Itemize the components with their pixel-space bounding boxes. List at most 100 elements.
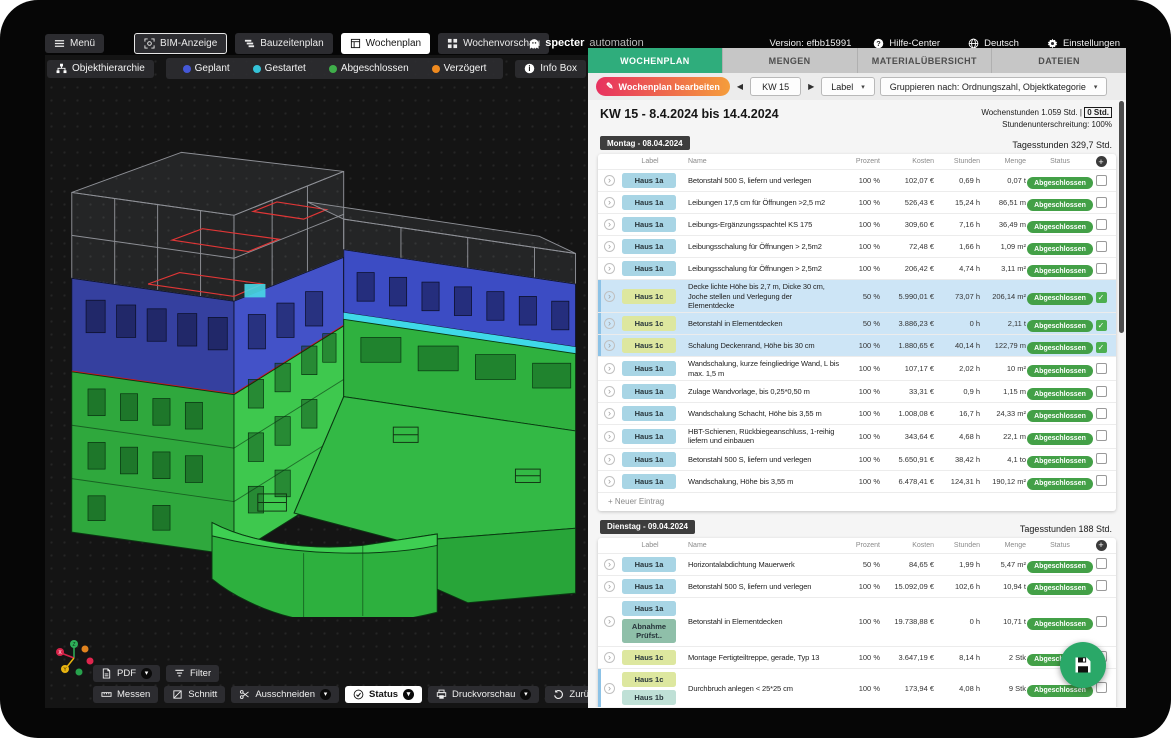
new-entry-button[interactable]: + Neuer Eintrag	[598, 492, 1116, 511]
nav-bim-anzeige[interactable]: BIM-Anzeige	[134, 33, 227, 54]
expand-row-icon[interactable]: ›	[604, 581, 615, 592]
week-prev-button[interactable]: ◀	[735, 82, 745, 91]
row-checkbox[interactable]	[1096, 219, 1107, 230]
building-3d-model[interactable]	[45, 97, 588, 617]
bim-viewer[interactable]: Objekthierarchie Geplant Gestartet Abgesch…	[45, 55, 588, 708]
row-checkbox[interactable]	[1096, 386, 1107, 397]
info-box-button[interactable]: i Info Box	[515, 60, 586, 78]
tool-options-icon[interactable]: ▾	[520, 689, 531, 700]
task-row[interactable]: › Haus 1a Horizontalabdichtung Mauerwerk…	[598, 553, 1116, 575]
legend-gestartet[interactable]: Gestartet	[247, 62, 312, 75]
row-checkbox[interactable]	[1096, 241, 1107, 252]
scrollbar[interactable]	[1119, 101, 1124, 333]
tab-dateien[interactable]: DATEIEN	[992, 48, 1126, 73]
expand-row-icon[interactable]: ›	[604, 340, 615, 351]
row-checkbox[interactable]	[1096, 363, 1107, 374]
save-button[interactable]	[1060, 642, 1106, 688]
expand-row-icon[interactable]: ›	[604, 616, 615, 627]
expand-row-icon[interactable]: ›	[604, 291, 615, 302]
expand-row-icon[interactable]: ›	[604, 408, 615, 419]
row-checkbox[interactable]	[1096, 263, 1107, 274]
nav-bauzeitenplan[interactable]: Bauzeitenplan	[235, 33, 332, 54]
task-row[interactable]: › Haus 1a Zulage Wandvorlage, bis 0,25*0…	[598, 380, 1116, 402]
edit-wochenplan-button[interactable]: ✎ Wochenplan bearbeiten	[596, 77, 730, 96]
row-checkbox[interactable]: ✓	[1096, 320, 1107, 331]
tool-options-icon[interactable]: ▾	[320, 689, 331, 700]
tool-messen[interactable]: Messen	[93, 686, 158, 703]
tab-wochenplan[interactable]: WOCHENPLAN	[588, 48, 723, 73]
expand-row-icon[interactable]: ›	[604, 386, 615, 397]
task-row[interactable]: › Haus 1a Leibungsschalung für Öffnungen…	[598, 235, 1116, 257]
task-row[interactable]: › Haus 1a Betonstahl 500 S, liefern und …	[598, 169, 1116, 191]
object-hierarchy-button[interactable]: Objekthierarchie	[47, 60, 154, 78]
row-checkbox[interactable]	[1096, 616, 1107, 627]
row-checkbox[interactable]	[1096, 682, 1107, 693]
expand-row-icon[interactable]: ›	[604, 197, 615, 208]
row-checkbox[interactable]: ✓	[1096, 342, 1107, 353]
status-badge: Abgeschlossen	[1027, 342, 1093, 354]
task-row[interactable]: › Haus 1a Leibungsschalung für Öffnungen…	[598, 257, 1116, 279]
week-next-button[interactable]: ▶	[806, 82, 816, 91]
expand-row-icon[interactable]: ›	[604, 263, 615, 274]
task-row[interactable]: › Haus 1aAbnahme Prüfst.. Betonstahl in …	[598, 597, 1116, 646]
task-row[interactable]: › Haus 1a Leibungen 17,5 cm für Öffnunge…	[598, 191, 1116, 213]
row-checkbox[interactable]	[1096, 475, 1107, 486]
task-row[interactable]: › Haus 1c Betonstahl in Elementdecken 50…	[598, 312, 1116, 334]
label-filter-select[interactable]: Label ▾	[821, 77, 875, 96]
task-row[interactable]: › Haus 1cHaus 1b Durchbruch anlegen < 25…	[598, 668, 1116, 707]
task-hours: 2,02 h	[938, 364, 984, 373]
tool-filter[interactable]: Filter	[166, 665, 219, 682]
tool-druckvorschau[interactable]: Druckvorschau▾	[428, 686, 539, 703]
task-row[interactable]: › Haus 1c Decke lichte Höhe bis 2,7 m, D…	[598, 279, 1116, 312]
expand-row-icon[interactable]: ›	[604, 219, 615, 230]
expand-row-icon[interactable]: ›	[604, 454, 615, 465]
row-checkbox[interactable]	[1096, 175, 1107, 186]
task-cost: 5.990,01 €	[884, 292, 938, 301]
nav-wochenplan[interactable]: Wochenplan	[341, 33, 430, 54]
task-row[interactable]: › Haus 1a Wandschalung, kurze feingliedr…	[598, 356, 1116, 380]
tool-options-icon[interactable]: ▾	[403, 689, 414, 700]
tab-mengen[interactable]: MENGEN	[723, 48, 858, 73]
task-row[interactable]: › Haus 1a Betonstahl 500 S, liefern und …	[598, 575, 1116, 597]
expand-row-icon[interactable]: ›	[604, 683, 615, 694]
tool-options-icon[interactable]: ▾	[141, 668, 152, 679]
add-task-button[interactable]: +	[1096, 540, 1107, 551]
task-row[interactable]: › Haus 1a Betonstahl 500 S, liefern und …	[598, 448, 1116, 470]
expand-row-icon[interactable]: ›	[604, 652, 615, 663]
expand-row-icon[interactable]: ›	[604, 431, 615, 442]
expand-row-icon[interactable]: ›	[604, 559, 615, 570]
expand-row-icon[interactable]: ›	[604, 318, 615, 329]
task-row[interactable]: › Haus 1a Leibungs-Ergänzungsspachtel KS…	[598, 213, 1116, 235]
tool-status[interactable]: Status▾	[345, 686, 422, 703]
legend-verzögert[interactable]: Verzögert	[426, 62, 493, 75]
row-checkbox[interactable]	[1096, 580, 1107, 591]
row-checkbox[interactable]: ✓	[1096, 292, 1107, 303]
expand-row-icon[interactable]: ›	[604, 241, 615, 252]
expand-row-icon[interactable]: ›	[604, 175, 615, 186]
grouping-select[interactable]: Gruppieren nach: Ordnungszahl, Objektkat…	[880, 77, 1108, 96]
row-checkbox[interactable]	[1096, 197, 1107, 208]
task-quantity: 190,12 m²	[984, 477, 1030, 486]
row-checkbox[interactable]	[1096, 430, 1107, 441]
expand-row-icon[interactable]: ›	[604, 476, 615, 487]
row-checkbox[interactable]	[1096, 408, 1107, 419]
add-task-button[interactable]: +	[1096, 156, 1107, 167]
task-row[interactable]: › Haus 1a Wandschalung, Höhe bis 3,55 m …	[598, 470, 1116, 492]
row-checkbox[interactable]	[1096, 453, 1107, 464]
task-hours: 0 h	[938, 617, 984, 626]
row-checkbox[interactable]	[1096, 558, 1107, 569]
tool-schnitt[interactable]: Schnitt	[164, 686, 225, 703]
tab-materialübersicht[interactable]: MATERIALÜBERSICHT	[858, 48, 993, 73]
tool-zurcksetzen[interactable]: Zurücksetzen	[545, 686, 588, 703]
menu-button[interactable]: Menü	[45, 34, 104, 53]
task-name: Montage Fertigteiltreppe, gerade, Typ 13	[678, 651, 848, 664]
task-row[interactable]: › Haus 1c Schalung Deckenrand, Höhe bis …	[598, 334, 1116, 356]
task-row[interactable]: › Haus 1c Montage Fertigteiltreppe, gera…	[598, 646, 1116, 668]
task-row[interactable]: › Haus 1a Wandschalung Schacht, Höhe bis…	[598, 402, 1116, 424]
tool-ausschneiden[interactable]: Ausschneiden▾	[231, 686, 339, 703]
tool-pdf[interactable]: PDF▾	[93, 665, 160, 682]
legend-abgeschlossen[interactable]: Abgeschlossen	[323, 62, 415, 75]
legend-geplant[interactable]: Geplant	[177, 62, 236, 75]
task-row[interactable]: › Haus 1a HBT-Schienen, Rückbiegeanschlu…	[598, 424, 1116, 448]
expand-row-icon[interactable]: ›	[604, 363, 615, 374]
